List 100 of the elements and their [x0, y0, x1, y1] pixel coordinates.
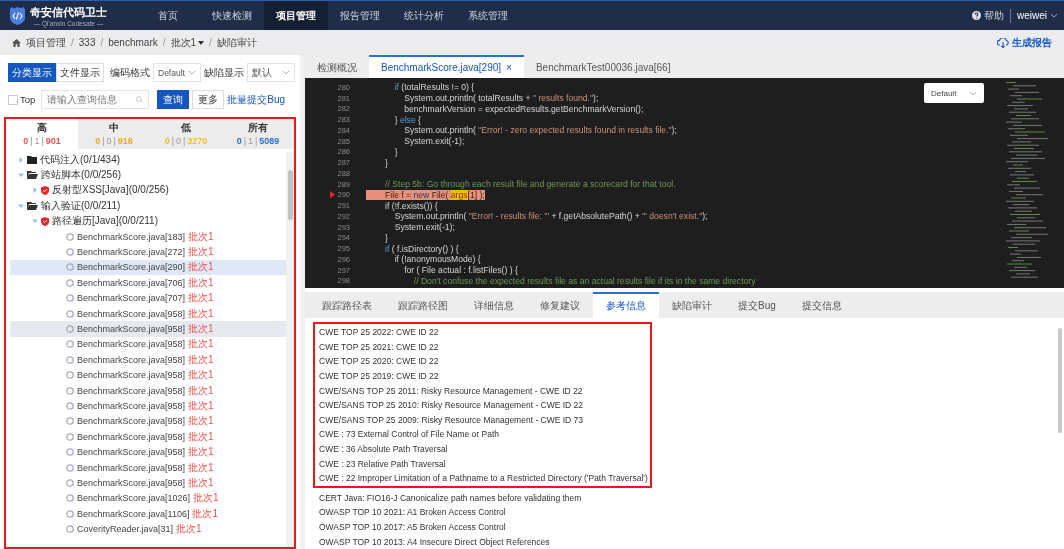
detail-tab[interactable]: 跟踪路径表	[309, 292, 385, 318]
detail-tab[interactable]: 详细信息	[461, 292, 527, 318]
circle-icon	[66, 248, 74, 257]
code-line: benchmarkVersion = expectedResults.getBenchmarkVersion();	[403, 103, 644, 115]
tree-item[interactable]: BenchmarkScore.java[272] 批次1	[10, 244, 286, 260]
reference-item: OWASP TOP 10 2017: A5 Broken Access Control	[318, 521, 507, 534]
reference-item: OWASP TOP 10 2021: A1 Broken Access Control	[318, 506, 507, 520]
search-icon[interactable]	[136, 96, 144, 103]
circle-icon	[66, 263, 74, 272]
tree-item[interactable]: BenchmarkScore.java[958] 批次1	[10, 398, 286, 414]
tree-node-label[interactable]: 跨站脚本(0/0/256)	[41, 168, 122, 183]
tree-node-label[interactable]: 输入验证(0/0/211)	[41, 198, 121, 213]
tree-item[interactable]: BenchmarkScore.java[707] 批次1	[10, 290, 286, 306]
logo-title: 奇安信代码卫士	[30, 4, 107, 20]
tree-item[interactable]: BenchmarkScore.java[1106] 批次1	[10, 506, 286, 522]
more-button[interactable]: 更多	[192, 90, 225, 109]
code-line: }	[384, 232, 388, 244]
defect-display-label: 缺陷显示	[204, 65, 244, 80]
code-line: System.out.println( totalResults + " results found.");	[403, 92, 599, 104]
code-line: }	[393, 146, 398, 158]
reference-item: CWE TOP 25 2021: CWE ID 22	[318, 340, 440, 354]
tree-item[interactable]: BenchmarkScore.java[1026] 批次1	[10, 490, 286, 506]
circle-icon	[66, 463, 74, 472]
breadcrumb-item[interactable]: 项目管理	[26, 35, 66, 50]
expanded-arrow-icon[interactable]	[18, 202, 24, 209]
code-line: } else {	[393, 114, 421, 125]
severity-tab[interactable]: 低 0 | 0 | 3270	[150, 119, 222, 149]
detail-tab[interactable]: 提交Bug	[725, 292, 789, 318]
theme-select[interactable]: Default	[924, 83, 984, 103]
scrollbar[interactable]	[1058, 328, 1062, 433]
tree-item[interactable]: BenchmarkScore.java[706] 批次1	[10, 275, 286, 291]
circle-icon	[66, 509, 74, 518]
tree-item[interactable]: BenchmarkScore.java[958] 批次1	[10, 459, 286, 476]
code-line: System.exit(-1);	[393, 221, 455, 233]
tree-node-label[interactable]: 路径遍历[Java](0/0/211)	[52, 214, 158, 229]
breadcrumb-item[interactable]: 333	[78, 37, 96, 48]
tree-item[interactable]: BenchmarkScore.java[958] 批次1	[10, 429, 286, 445]
shield-icon	[41, 185, 49, 195]
detail-tab[interactable]: 跟踪路径图	[385, 292, 461, 318]
tree-item[interactable]: BenchmarkScore.java[958] 批次1	[10, 382, 286, 399]
tree-item[interactable]: BenchmarkScore.java[958] 批次1	[10, 367, 286, 383]
generate-report-link[interactable]: 生成报告	[1012, 35, 1052, 50]
tree-node-label[interactable]: 代码注入(0/1/434)	[40, 152, 121, 167]
severity-tab[interactable]: 中 0 | 0 | 918	[78, 119, 150, 149]
defect-display-select[interactable]: 默认	[247, 63, 295, 82]
top-checkbox[interactable]	[8, 94, 18, 105]
tree-item[interactable]: BenchmarkScore.java[958] 批次1	[10, 413, 286, 430]
view-toggle-button[interactable]: 分类显示	[8, 63, 56, 82]
circle-icon	[66, 309, 74, 318]
detail-tab[interactable]: 修复建议	[527, 292, 593, 318]
nav-item[interactable]: 报告管理	[328, 1, 392, 30]
circle-icon	[66, 478, 74, 487]
tree-item[interactable]: BenchmarkScore.java[183] 批次1	[10, 228, 286, 245]
search-field[interactable]: 请输入查询信息	[41, 90, 150, 109]
help-link[interactable]: 帮助	[984, 8, 1004, 23]
detail-tab[interactable]: 缺陷审计	[659, 292, 725, 318]
tree-item[interactable]: BenchmarkScore.java[958] 批次1	[10, 321, 286, 337]
breadcrumb-item[interactable]: 批次1	[170, 35, 197, 50]
severity-tab[interactable]: 所有 0 | 1 | 5089	[222, 119, 294, 149]
dropdown-triangle-icon[interactable]	[198, 40, 205, 45]
expanded-arrow-icon[interactable]	[18, 172, 24, 179]
nav-item[interactable]: 项目管理	[264, 1, 328, 30]
scrollbar[interactable]	[286, 152, 294, 547]
cloud-download-icon[interactable]	[997, 37, 1009, 48]
tree-item[interactable]: BenchmarkScore.java[290] 批次1	[10, 259, 286, 276]
nav-item[interactable]: 首页	[136, 1, 200, 30]
collapsed-arrow-icon[interactable]	[18, 156, 24, 163]
encoding-label: 编码格式	[110, 65, 150, 80]
tree-item[interactable]: BenchmarkScore.java[958] 批次1	[10, 444, 286, 460]
close-icon[interactable]: ×	[506, 62, 512, 73]
code-line: }	[384, 157, 388, 168]
detail-tab[interactable]: 参考信息	[593, 292, 659, 318]
view-toggle-button[interactable]: 文件显示	[56, 63, 104, 82]
collapsed-arrow-icon[interactable]	[32, 187, 38, 194]
code-line: // Step 5b: Go through each result file and generate a scorecard for that tool.	[384, 178, 676, 190]
nav-item[interactable]: 统计分析	[392, 1, 456, 30]
tree-item[interactable]: BenchmarkScore.java[958] 批次1	[10, 336, 286, 353]
breadcrumb-item[interactable]: 缺陷审计	[216, 35, 257, 50]
batch-submit-bug-link[interactable]: 批量提交Bug	[227, 92, 286, 107]
tree-node-label[interactable]: 反射型XSS[Java](0/0/256)	[52, 183, 169, 198]
detail-tab[interactable]: 提交信息	[788, 292, 855, 318]
expanded-arrow-icon[interactable]	[32, 218, 38, 225]
home-icon[interactable]	[12, 38, 21, 47]
encoding-select[interactable]: Default	[153, 63, 201, 82]
nav-item[interactable]: 系统管理	[456, 1, 520, 30]
tree-item[interactable]: BenchmarkScore.java[958] 批次1	[10, 305, 286, 322]
nav-item[interactable]: 快速检测	[200, 1, 264, 30]
breadcrumb-separator: /	[162, 37, 166, 48]
code-line: for ( File actual : f.listFiles() ) {	[403, 264, 518, 276]
code-line: System.out.println( "Error! - results file: '" + f.getAbsolutePath() + "' doesn't exist.");	[393, 211, 708, 222]
query-button[interactable]: 查询	[157, 90, 190, 109]
file-tab[interactable]: 检测概况	[305, 55, 369, 78]
user-name[interactable]: weiwei	[1017, 10, 1047, 21]
tree-item[interactable]: BenchmarkScore.java[958] 批次1	[10, 475, 286, 491]
tree-item[interactable]: CoverityReader.java[31] 批次1	[10, 521, 286, 537]
breadcrumb-item[interactable]: benchmark	[108, 37, 158, 48]
file-tab[interactable]: BenchmarkTest00036.java[66]	[523, 55, 683, 78]
help-icon[interactable]	[972, 11, 981, 20]
file-tab[interactable]: BenchmarkScore.java[290] ×	[369, 55, 524, 78]
tree-item[interactable]: BenchmarkScore.java[958] 批次1	[10, 352, 286, 368]
